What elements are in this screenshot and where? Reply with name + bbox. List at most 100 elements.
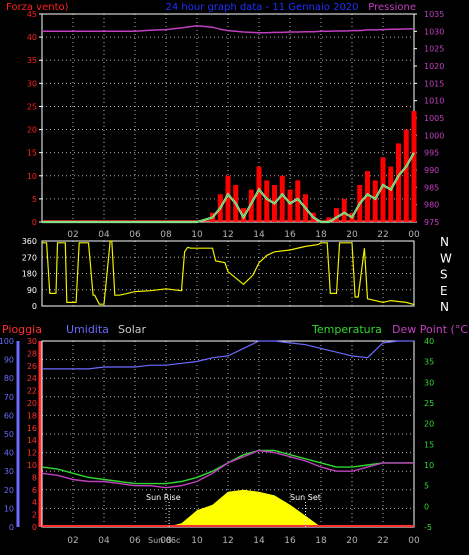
rain-tick-label: 6 — [32, 486, 37, 495]
rain-label: Pioggia — [2, 323, 42, 336]
x-tick-label: 14 — [253, 536, 265, 546]
x-tick-label: 04 — [98, 536, 110, 546]
top-center-title: 24 hour graph data - 11 Gennaio 2020 — [165, 2, 358, 13]
wind-gust-bar — [279, 175, 285, 222]
sunrise-annotation: Sun Rise — [146, 493, 181, 502]
rain-tick-label: 2 — [32, 511, 37, 520]
top-left-label: Forza vento) — [6, 2, 69, 13]
right-tick-label: 1015 — [424, 79, 444, 88]
humidity-label: Umidita — [66, 323, 109, 336]
right-tick-label: 985 — [424, 183, 439, 192]
rain-tick-label: 4 — [32, 498, 37, 507]
x-tick-label: 10 — [191, 230, 203, 240]
temperature-tick-label: 25 — [424, 399, 434, 408]
wind-gust-bar — [341, 198, 347, 222]
humidity-tick-label: 100 — [0, 337, 14, 346]
x-tick-label: 20 — [346, 230, 358, 240]
rain-tick-label: 0 — [32, 523, 37, 532]
right-tick-label: 1000 — [424, 131, 444, 140]
x-tick-label: 04 — [98, 230, 110, 240]
x-tick-label: 12 — [222, 536, 233, 546]
right-tick-label: 990 — [424, 166, 439, 175]
rain-tick-label: 30 — [27, 337, 37, 346]
temperature-tick-label: 20 — [424, 420, 434, 429]
x-tick-label: 16 — [284, 230, 296, 240]
wind-gust-bar — [334, 208, 339, 222]
right-tick-label: 1010 — [424, 97, 444, 106]
humidity-tick-label: 10 — [4, 504, 14, 513]
right-tick-label: 995 — [424, 149, 439, 158]
x-tick-label: 10 — [191, 536, 203, 546]
left-tick-label: 30 — [27, 79, 37, 88]
sunset-annotation: Sun Set — [290, 493, 321, 502]
wind-gust-bar — [403, 129, 409, 222]
x-tick-label: 06 — [129, 230, 141, 240]
left-tick-label: 0 — [32, 218, 37, 227]
dewpoint-label: Dew Point (°C) — [392, 323, 469, 336]
rain-tick-label: 24 — [27, 374, 37, 383]
direction-tick-label: 90 — [27, 286, 37, 295]
temperature-tick-label: 40 — [424, 337, 434, 346]
x-tick-label: 02 — [67, 230, 78, 240]
wind-gust-bar — [411, 111, 417, 222]
rain-tick-label: 26 — [27, 362, 37, 371]
wind-gust-bar — [264, 180, 270, 222]
top-right-label: Pressione — [368, 2, 416, 13]
compass-label: S — [440, 268, 448, 282]
left-tick-label: 25 — [27, 102, 37, 111]
humidity-tick-label: 60 — [4, 411, 14, 420]
compass-label: W — [440, 251, 452, 265]
x-tick-label: 16 — [284, 536, 296, 546]
left-tick-label: 15 — [27, 149, 37, 158]
x-tick-label: 14 — [253, 230, 265, 240]
rain-tick-label: 18 — [27, 411, 37, 420]
x-tick-label: 18 — [315, 536, 327, 546]
rain-tick-label: 16 — [27, 424, 37, 433]
right-tick-label: 1025 — [424, 45, 444, 54]
x-tick-label: 18 — [315, 230, 327, 240]
right-tick-label: 1020 — [424, 62, 444, 71]
wind-gust-bar — [388, 166, 394, 222]
rain-tick-label: 12 — [27, 449, 37, 458]
x-tick-label: 02 — [67, 536, 78, 546]
rain-tick-label: 8 — [32, 473, 37, 482]
x-tick-label: 00 — [408, 230, 420, 240]
direction-tick-label: 360 — [22, 237, 37, 246]
humidity-tick-label: 0 — [9, 523, 14, 532]
x-tick-label: 00 — [408, 536, 420, 546]
left-tick-label: 40 — [27, 33, 37, 42]
left-tick-label: 20 — [27, 126, 37, 135]
humidity-tick-label: 80 — [4, 374, 14, 383]
x-tick-label: 06 — [129, 536, 141, 546]
humidity-tick-label: 70 — [4, 393, 14, 402]
rain-tick-label: 20 — [27, 399, 37, 408]
humidity-tick-label: 90 — [4, 356, 14, 365]
temperature-tick-label: 0 — [424, 502, 429, 511]
humidity-tick-label: 30 — [4, 467, 14, 476]
humidity-tick-label: 50 — [4, 430, 14, 439]
right-tick-label: 1005 — [424, 114, 444, 123]
direction-tick-label: 180 — [22, 270, 37, 279]
x-tick-label: 20 — [346, 536, 358, 546]
direction-tick-label: 270 — [22, 253, 37, 262]
x-tick-label: 22 — [377, 536, 388, 546]
right-tick-label: 980 — [424, 201, 439, 210]
compass-label: N — [440, 300, 449, 314]
x-tick-label: 22 — [377, 230, 388, 240]
temperature-tick-label: 35 — [424, 358, 434, 367]
left-tick-label: 10 — [27, 172, 37, 181]
right-tick-label: 975 — [424, 218, 439, 227]
rain-tick-label: 28 — [27, 349, 37, 358]
left-tick-label: 35 — [27, 56, 37, 65]
wind-gust-bar — [372, 180, 378, 222]
direction-tick-label: 0 — [32, 302, 37, 311]
solar-label: Solar — [118, 323, 147, 336]
rain-tick-label: 10 — [27, 461, 37, 470]
compass-label: N — [440, 235, 449, 249]
temperature-tick-label: 10 — [424, 461, 434, 470]
temperature-tick-label: 5 — [424, 482, 429, 491]
compass-label: E — [440, 284, 448, 298]
temperature-tick-label: -5 — [424, 523, 432, 532]
right-tick-label: 1030 — [424, 27, 444, 36]
x-tick-label: 12 — [222, 230, 233, 240]
